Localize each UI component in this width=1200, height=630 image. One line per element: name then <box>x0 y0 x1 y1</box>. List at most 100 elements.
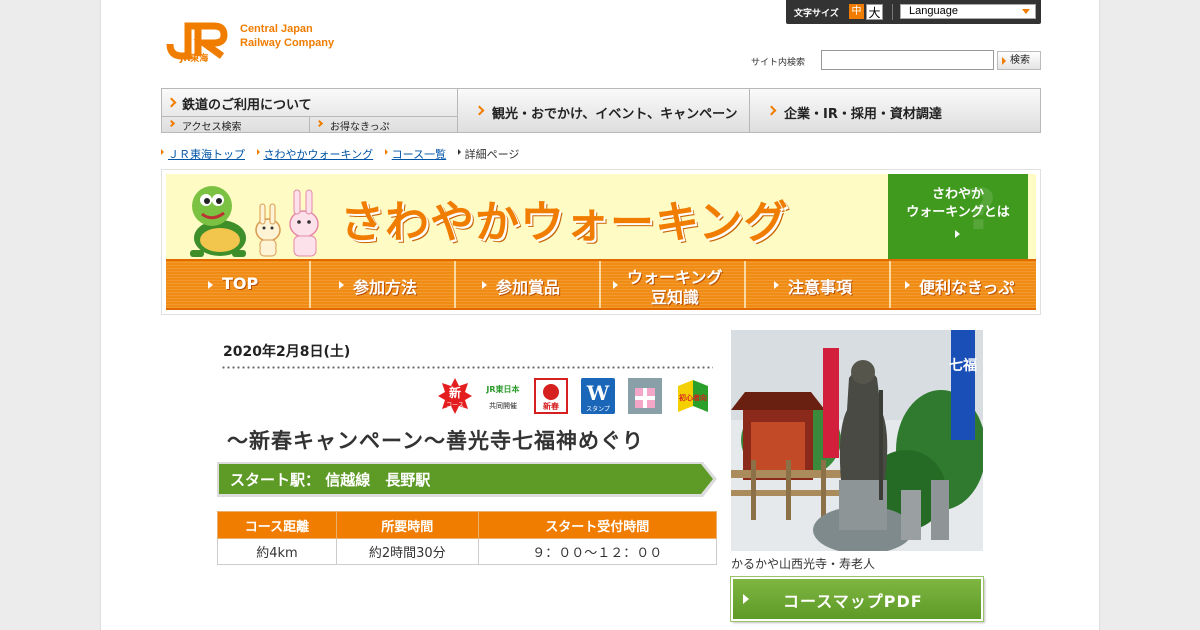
table-header-row: コース距離 所要時間 スタート受付時間 <box>217 511 718 539</box>
banner-header: さわやかウォーキング ? さわやか ウォーキングとは <box>166 174 1036 259</box>
about-walking-line1: さわやか <box>931 187 984 202</box>
joint-badge-text: JR東日本 <box>486 384 520 394</box>
company-name-line2: Railway Company <box>240 37 335 49</box>
walking-nav-tickets-label: 便利なきっぷ <box>919 278 1015 297</box>
breadcrumb-link-walking[interactable]: さわやかウォーキング <box>264 148 374 161</box>
walking-nav-notes-label: 注意事項 <box>788 278 853 297</box>
walking-nav-tickets[interactable]: 便利なきっぷ <box>891 261 1036 308</box>
mascot-illustration-icon <box>190 186 319 257</box>
course-map-pdf-button[interactable]: コースマップPDF <box>731 577 983 621</box>
arrow-right-icon <box>613 281 618 289</box>
arrow-right-icon <box>457 149 461 155</box>
font-size-label: 文字サイズ <box>794 9 839 19</box>
walking-nav-prizes[interactable]: 参加賞品 <box>456 261 601 308</box>
nav-railway-group: 鉄道のご利用について アクセス検索 お得なきっぷ <box>162 89 458 133</box>
global-nav: 鉄道のご利用について アクセス検索 お得なきっぷ 観光・おでかけ、イベント、キャ… <box>161 88 1041 133</box>
table-header-duration: 所要時間 <box>335 511 479 539</box>
walking-nav-how-to-join[interactable]: 参加方法 <box>311 261 456 308</box>
table-header-start-time: スタート受付時間 <box>477 511 718 539</box>
about-walking-label: さわやか ウォーキングとは <box>888 186 1028 222</box>
nav-discount-tickets[interactable]: お得なきっぷ <box>310 116 458 133</box>
walking-nav: TOP 参加方法 参加賞品 ウォーキング 豆知識 注意事項 便利なきっぷ <box>166 259 1036 310</box>
jr-central-logo[interactable]: JR東海 Central Japan Railway Company <box>163 16 363 66</box>
event-date: 2020年2月8日(土) <box>223 344 351 360</box>
arrow-right-icon <box>208 281 213 289</box>
walking-nav-tips-label-line2: 豆知識 <box>651 288 700 307</box>
dotted-divider <box>221 366 713 369</box>
breadcrumb-item: ＪＲ東海トップ <box>161 146 245 162</box>
arrow-right-icon <box>905 281 910 289</box>
breadcrumb-item: さわやかウォーキング <box>256 146 374 162</box>
table-cell-start-time: ９：００～１２：００ <box>477 538 718 565</box>
course-badges: 新 コース JR東日本 共同開催 新春 W スタンプ 初心者向 <box>438 378 713 418</box>
walking-nav-top-label: TOP <box>222 274 259 293</box>
photo-banner-text: 七福 <box>949 357 977 374</box>
breadcrumb: ＪＲ東海トップ さわやかウォーキング コース一覧 詳細ページ <box>161 146 527 162</box>
arrow-right-icon <box>774 281 779 289</box>
table-header-distance: コース距離 <box>217 511 337 539</box>
nav-tourism[interactable]: 観光・おでかけ、イベント、キャンペーン <box>458 89 750 132</box>
shinshun-badge-text: 新春 <box>543 401 559 411</box>
nav-railway-usage[interactable]: 鉄道のご利用について <box>162 89 458 116</box>
gift-badge-icon <box>628 378 662 414</box>
font-size-large-button[interactable]: 大 <box>866 4 883 20</box>
nav-access-search[interactable]: アクセス検索 <box>162 116 310 133</box>
chevron-right-icon <box>474 105 485 116</box>
page: JR東海 Central Japan Railway Company 文字サイズ… <box>100 0 1100 630</box>
new-badge-text: 新 <box>449 385 461 400</box>
start-station-name: 長野駅 <box>385 471 431 489</box>
walking-nav-prizes-label: 参加賞品 <box>496 278 561 297</box>
beginner-badge-text: 初心者向 <box>679 393 707 402</box>
search-button[interactable]: 検索 <box>997 51 1041 70</box>
company-name-line1: Central Japan <box>240 23 313 35</box>
walking-nav-top[interactable]: TOP <box>166 261 311 308</box>
banner-title: さわやかウォーキング <box>340 197 789 248</box>
walking-nav-how-to-join-label: 参加方法 <box>353 278 418 297</box>
nav-railway-usage-label: 鉄道のご利用について <box>182 98 312 113</box>
site-search-label: サイト内検索 <box>751 58 806 68</box>
search-input[interactable] <box>821 50 994 70</box>
walking-nav-notes[interactable]: 注意事項 <box>746 261 891 308</box>
arrow-right-icon <box>743 594 749 604</box>
nav-discount-tickets-label: お得なきっぷ <box>330 122 390 133</box>
nav-access-search-label: アクセス検索 <box>182 122 242 133</box>
arrow-right-icon <box>955 230 960 238</box>
breadcrumb-link-jr-top[interactable]: ＪＲ東海トップ <box>168 148 245 161</box>
beginner-badge-icon: 初心者向 <box>678 380 708 412</box>
table-row: 約4km 約2時間30分 ９：００～１２：００ <box>217 538 718 565</box>
start-station-prefix: スタート駅： <box>230 471 321 489</box>
w-stamp-badge-icon: W スタンプ <box>581 378 615 414</box>
arrow-right-icon <box>1002 57 1006 65</box>
language-select-value: Language <box>909 5 958 17</box>
table-cell-duration: 約2時間30分 <box>335 538 479 565</box>
pdf-button-label: コースマップPDF <box>783 592 923 611</box>
walking-nav-tips[interactable]: ウォーキング 豆知識 <box>601 261 746 308</box>
breadcrumb-current: 詳細ページ <box>457 146 519 162</box>
company-name: Central Japan Railway Company <box>240 22 334 50</box>
utility-divider <box>892 4 893 20</box>
new-course-badge-icon: 新 コース <box>438 378 472 414</box>
search-button-label: 検索 <box>1010 55 1030 66</box>
temple-statue-photo: 七福 <box>731 330 983 551</box>
about-walking-button[interactable]: ? さわやか ウォーキングとは <box>888 174 1028 259</box>
w-stamp-badge-letter: W <box>586 381 610 405</box>
font-size-medium-button[interactable]: 中 <box>849 4 864 19</box>
breadcrumb-link-course-list[interactable]: コース一覧 <box>392 148 446 161</box>
photo-caption: かるかや山西光寺・寿老人 <box>731 557 876 571</box>
arrow-right-icon <box>161 149 164 155</box>
arrow-right-icon <box>384 149 388 155</box>
language-select[interactable]: Language <box>900 4 1036 19</box>
utility-bar: 文字サイズ 中 大 Language <box>786 0 1041 24</box>
arrow-right-icon <box>339 281 344 289</box>
jr-tokai-label: JR東海 <box>180 54 209 64</box>
arrow-right-icon <box>482 281 487 289</box>
start-station-bar: スタート駅： 信越線 長野駅 <box>217 462 717 497</box>
chevron-down-icon <box>1022 9 1030 14</box>
chevron-right-icon <box>315 119 324 128</box>
chevron-right-icon <box>166 97 177 108</box>
about-walking-line2: ウォーキングとは <box>906 205 1010 220</box>
course-info-table: コース距離 所要時間 スタート受付時間 約4km 約2時間30分 ９：００～１２… <box>217 511 718 565</box>
nav-corporate[interactable]: 企業・IR・採用・資材調達 <box>750 89 1040 132</box>
walking-banner: さわやかウォーキング ? さわやか ウォーキングとは TOP 参加方法 参加賞品… <box>161 169 1041 315</box>
start-station-line: 信越線 <box>325 471 371 489</box>
